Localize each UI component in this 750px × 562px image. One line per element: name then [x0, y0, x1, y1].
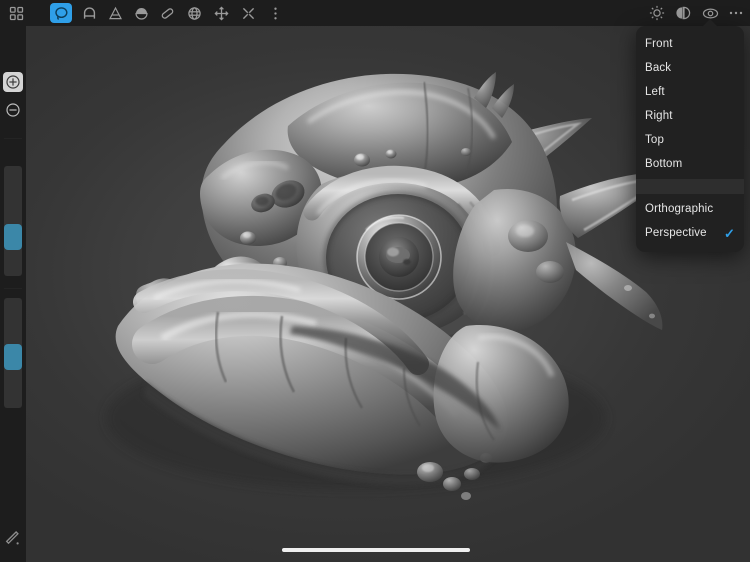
menu-item-right[interactable]: Right — [636, 104, 744, 128]
menu-item-front[interactable]: Front — [636, 32, 744, 56]
subdivide-icon[interactable] — [105, 3, 125, 23]
menu-item-perspective[interactable]: Perspective ✓ — [636, 221, 744, 245]
menu-pointer-arrow — [702, 19, 718, 27]
shading-split-icon[interactable] — [673, 3, 693, 23]
gallery-grid-icon[interactable] — [6, 3, 26, 23]
menu-item-label: Perspective — [645, 227, 707, 239]
more-options-icon[interactable] — [265, 3, 285, 23]
menu-item-left[interactable]: Left — [636, 80, 744, 104]
globe-environment-icon[interactable] — [184, 3, 204, 23]
lighting-icon[interactable] — [647, 3, 667, 23]
app-root: Front Back Left Right Top Bottom Orthogr… — [0, 0, 750, 562]
zoom-out-button[interactable] — [3, 100, 23, 120]
model-fin-right-lower — [566, 242, 663, 330]
settings-more-icon[interactable] — [726, 3, 746, 23]
home-indicator[interactable] — [282, 548, 470, 552]
menu-item-top[interactable]: Top — [636, 128, 744, 152]
left-rail — [0, 26, 26, 562]
menu-item-label: Right — [645, 110, 673, 122]
menu-item-back[interactable]: Back — [636, 56, 744, 80]
menu-item-label: Top — [645, 134, 664, 146]
mirror-icon[interactable] — [238, 3, 258, 23]
model-right-cheek — [453, 188, 576, 332]
brush-tool-icon[interactable] — [2, 524, 24, 552]
select-lasso-icon[interactable] — [50, 3, 72, 23]
move-gizmo-icon[interactable] — [211, 3, 231, 23]
menu-item-label: Left — [645, 86, 665, 98]
menu-separator — [636, 179, 744, 194]
menu-item-label: Bottom — [645, 158, 683, 170]
menu-item-bottom[interactable]: Bottom — [636, 152, 744, 176]
menu-item-label: Orthographic — [645, 203, 714, 215]
mask-dome-icon[interactable] — [131, 3, 151, 23]
brush-size-slider[interactable] — [4, 166, 22, 276]
menu-item-orthographic[interactable]: Orthographic — [636, 197, 744, 221]
rail-divider-top — [4, 138, 22, 139]
zoom-in-button[interactable] — [3, 72, 23, 92]
paint-brush-icon[interactable] — [157, 3, 177, 23]
rail-divider-mid — [4, 288, 22, 289]
brush-size-slider-thumb[interactable] — [4, 224, 22, 250]
menu-item-label: Back — [645, 62, 672, 74]
menu-item-label: Front — [645, 38, 673, 50]
checkmark-icon: ✓ — [723, 225, 735, 241]
magnet-snap-icon[interactable] — [79, 3, 99, 23]
brush-opacity-slider-thumb[interactable] — [4, 344, 22, 370]
camera-view-menu: Front Back Left Right Top Bottom Orthogr… — [636, 26, 744, 252]
top-toolbar — [0, 0, 750, 26]
